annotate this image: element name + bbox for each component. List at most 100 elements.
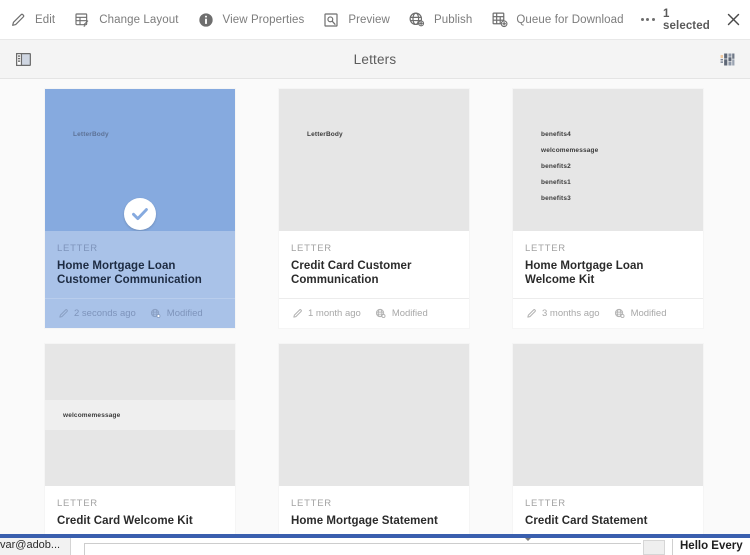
letters-card-grid[interactable]: LetterBody LETTER Home Mortgage Loan Cus… xyxy=(0,79,750,534)
action-publish-label: Publish xyxy=(433,13,473,26)
card-kicker: LETTER xyxy=(291,243,332,254)
letter-card[interactable]: LETTER Home Mortgage Statement 3 months … xyxy=(279,344,469,534)
letter-card[interactable]: LetterBody LETTER Home Mortgage Loan Cus… xyxy=(45,89,235,328)
card-body: LETTER Home Mortgage Loan Welcome Kit xyxy=(513,231,703,287)
more-actions-button[interactable] xyxy=(633,0,663,40)
thumbnail-field-list: benefits4 welcomemessage benefits2 benef… xyxy=(513,89,703,231)
action-change-layout-label: Change Layout xyxy=(99,13,179,26)
publish-globe-icon xyxy=(614,308,626,320)
card-body: LETTER Credit Card Customer Communicatio… xyxy=(279,231,469,287)
info-icon xyxy=(197,11,215,29)
card-metadata: 1 month ago Modified xyxy=(279,298,469,328)
card-status: Modified xyxy=(391,308,428,319)
card-kicker: LETTER xyxy=(57,243,98,254)
card-thumbnail: LetterBody xyxy=(279,89,469,231)
thumbnail-field: benefits3 xyxy=(541,195,571,202)
change-layout-icon xyxy=(73,11,91,29)
card-thumbnail xyxy=(279,344,469,486)
background-window-strip[interactable]: var@adob... Hello Every xyxy=(0,534,750,555)
card-body: LETTER Credit Card Statement xyxy=(513,486,703,528)
thumbnail-field: LetterBody xyxy=(73,131,109,138)
card-status-group: Modified xyxy=(150,308,203,320)
ellipsis-icon xyxy=(640,17,656,22)
card-metadata: 3 months ago Modified xyxy=(513,298,703,328)
background-window-left-label: var@adob... xyxy=(0,539,61,551)
preview-icon xyxy=(322,11,340,29)
action-view-properties[interactable]: View Properties xyxy=(188,0,314,40)
action-preview[interactable]: Preview xyxy=(313,0,399,40)
card-kicker: LETTER xyxy=(57,498,98,509)
card-title: Credit Card Statement xyxy=(525,515,648,527)
card-status-group: Modified xyxy=(375,308,428,320)
card-title: Home Mortgage Loan Welcome Kit xyxy=(525,260,644,286)
thumbnail-field: benefits1 xyxy=(541,179,571,186)
card-kicker: LETTER xyxy=(525,498,566,509)
thumbnail-field: welcomemessage xyxy=(63,411,121,419)
thumbnail-field-list: LetterBody xyxy=(279,89,469,231)
card-body: LETTER Credit Card Welcome Kit xyxy=(45,486,235,528)
action-view-properties-label: View Properties xyxy=(222,13,305,26)
action-preview-label: Preview xyxy=(348,13,390,26)
card-title: Credit Card Welcome Kit xyxy=(57,515,193,527)
selected-check-icon xyxy=(124,198,156,230)
background-window-small-cell[interactable] xyxy=(643,540,665,555)
publish-globe-icon xyxy=(375,308,387,320)
background-window-divider xyxy=(672,539,673,555)
card-kicker: LETTER xyxy=(291,498,332,509)
publish-globe-icon xyxy=(408,11,426,29)
card-modified-time-group: 3 months ago xyxy=(525,308,600,320)
card-status-group: Modified xyxy=(614,308,667,320)
card-modified-time: 1 month ago xyxy=(308,308,361,319)
caret-down-icon xyxy=(525,538,531,541)
background-window-input[interactable] xyxy=(84,543,641,555)
card-title: Home Mortgage Loan Customer Communicatio… xyxy=(57,260,202,286)
action-queue-for-download[interactable]: Queue for Download xyxy=(481,0,632,40)
card-kicker: LETTER xyxy=(525,243,566,254)
background-window-titlebar xyxy=(0,534,750,538)
close-selection-button[interactable] xyxy=(723,8,744,32)
view-toggle-button[interactable] xyxy=(712,44,742,74)
letter-card[interactable]: LetterBody LETTER Credit Card Customer C… xyxy=(279,89,469,328)
card-thumbnail: welcomemessage xyxy=(45,344,235,486)
letters-browser: Edit Change Layout View Properties Previ… xyxy=(0,0,750,555)
page-title: Letters xyxy=(353,51,397,67)
card-title: Home Mortgage Statement xyxy=(291,515,438,527)
thumbnail-field: LetterBody xyxy=(307,131,343,138)
card-modified-time-group: 1 month ago xyxy=(291,308,361,320)
card-thumbnail: LetterBody xyxy=(45,89,235,231)
card-body: LETTER Home Mortgage Loan Customer Commu… xyxy=(45,231,235,287)
action-publish[interactable]: Publish xyxy=(399,0,481,40)
queue-download-icon xyxy=(490,11,508,29)
pencil-icon xyxy=(525,308,537,320)
thumbnail-field: welcomemessage xyxy=(541,147,599,154)
background-window-right-label: Hello Every xyxy=(680,540,743,552)
selection-count-label: 1 selected xyxy=(663,7,710,32)
publish-globe-icon xyxy=(150,308,162,320)
thumbnail-field-band: welcomemessage xyxy=(45,400,235,430)
card-grid-inner: LetterBody LETTER Home Mortgage Loan Cus… xyxy=(0,89,750,534)
card-status: Modified xyxy=(630,308,667,319)
rail-toggle-button[interactable] xyxy=(8,44,38,74)
letter-card[interactable]: welcomemessage LETTER Credit Card Welcom… xyxy=(45,344,235,534)
action-queue-for-download-label: Queue for Download xyxy=(516,13,624,26)
action-edit-label: Edit xyxy=(35,13,56,26)
action-edit[interactable]: Edit xyxy=(0,0,64,40)
card-modified-time: 3 months ago xyxy=(542,308,600,319)
pencil-icon xyxy=(57,308,69,320)
card-thumbnail: benefits4 welcomemessage benefits2 benef… xyxy=(513,89,703,231)
card-metadata: 2 seconds ago Modified xyxy=(45,298,235,328)
header-bar: Letters xyxy=(0,40,750,79)
thumbnail-field: benefits2 xyxy=(541,163,571,170)
card-modified-time: 2 seconds ago xyxy=(74,308,136,319)
pencil-icon xyxy=(291,308,303,320)
thumbnail-field: benefits4 xyxy=(541,131,571,138)
card-thumbnail xyxy=(513,344,703,486)
action-toolbar: Edit Change Layout View Properties Previ… xyxy=(0,0,750,40)
letter-card[interactable]: LETTER Credit Card Statement 3 months ag… xyxy=(513,344,703,534)
letter-card[interactable]: benefits4 welcomemessage benefits2 benef… xyxy=(513,89,703,328)
card-status: Modified xyxy=(166,308,203,319)
pencil-icon xyxy=(9,11,27,29)
card-modified-time-group: 2 seconds ago xyxy=(57,308,136,320)
action-change-layout[interactable]: Change Layout xyxy=(64,0,187,40)
card-title: Credit Card Customer Communication xyxy=(291,260,412,286)
